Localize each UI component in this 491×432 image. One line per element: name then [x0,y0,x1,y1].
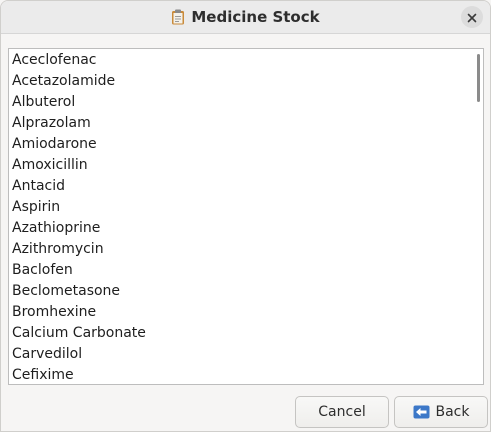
list-item[interactable]: Calcium Carbonate [12,323,146,344]
list-item[interactable]: Baclofen [12,260,146,281]
cancel-button-label: Cancel [318,404,366,420]
list-item[interactable]: Alprazolam [12,113,146,134]
medicine-stock-dialog: Medicine Stock Aceclofenac Acetazolamide A… [0,0,491,432]
window-title: Medicine Stock [1,1,490,33]
close-button[interactable] [461,6,483,28]
list-item[interactable]: Carvedilol [12,344,146,365]
medicine-listbox[interactable]: Aceclofenac Acetazolamide Albuterol Alprazo… [8,48,484,385]
clipboard-icon [171,4,185,25]
scrollbar-thumb[interactable] [477,54,480,102]
list-item[interactable]: Beclometasone [12,281,146,302]
list-item[interactable]: Antacid [12,176,146,197]
window-title-text: Medicine Stock [191,8,320,26]
medicine-list: Aceclofenac Acetazolamide Albuterol Alprazo… [12,50,146,384]
list-item[interactable]: Albuterol [12,92,146,113]
list-item[interactable]: Aceclofenac [12,50,146,71]
back-button-label: Back [435,404,470,420]
list-item[interactable]: Acetazolamide [12,71,146,92]
list-item[interactable]: Bromhexine [12,302,146,323]
back-arrow-icon [413,405,430,419]
close-icon [467,8,477,27]
cancel-button[interactable]: Cancel [295,396,389,428]
list-item[interactable]: Amoxicillin [12,155,146,176]
back-button[interactable]: Back [394,396,488,428]
title-bar[interactable]: Medicine Stock [1,1,490,34]
list-item[interactable]: Azithromycin [12,239,146,260]
list-item[interactable]: Cefixime [12,365,146,384]
list-item[interactable]: Amiodarone [12,134,146,155]
list-item[interactable]: Azathioprine [12,218,146,239]
list-item[interactable]: Aspirin [12,197,146,218]
vertical-scrollbar[interactable] [477,51,481,381]
